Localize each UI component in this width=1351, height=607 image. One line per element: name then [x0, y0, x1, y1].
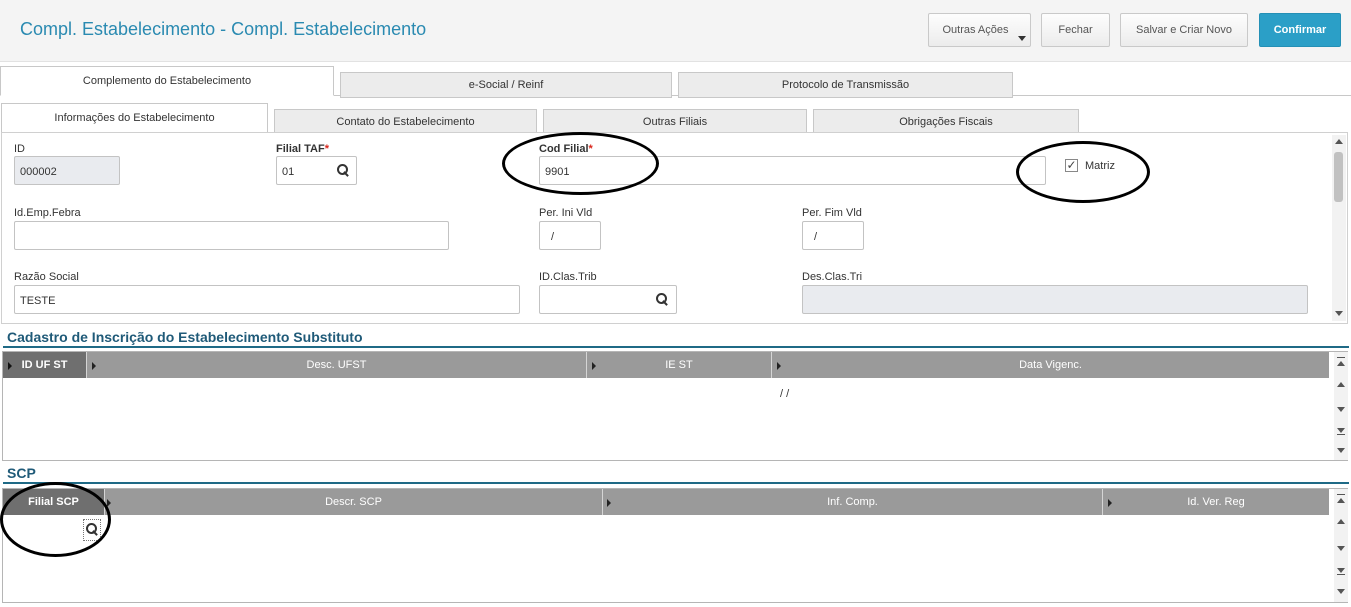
scroll-down-icon[interactable]	[1337, 546, 1345, 551]
salvar-criar-novo-button[interactable]: Salvar e Criar Novo	[1120, 13, 1248, 47]
search-icon[interactable]	[656, 293, 669, 306]
col-header-descr-scp[interactable]: Descr. SCP	[105, 489, 603, 515]
col-header-id-ver-reg[interactable]: Id. Ver. Reg	[1103, 489, 1329, 515]
sort-icon	[777, 362, 781, 370]
sort-icon	[92, 362, 96, 370]
scroll-top-arrow[interactable]	[1337, 498, 1345, 503]
col-header-inf-comp[interactable]: Inf. Comp.	[603, 489, 1103, 515]
grid-scrollbar[interactable]	[1334, 352, 1348, 460]
col-label: ID UF ST	[21, 359, 68, 371]
scroll-down-icon[interactable]	[1335, 311, 1343, 316]
search-icon[interactable]	[337, 164, 350, 177]
per-ini-vld-field[interactable]: /	[539, 221, 601, 250]
col-label: Descr. SCP	[325, 496, 382, 508]
annotation-circle-cod-filial	[502, 132, 659, 195]
id-clas-trib-field[interactable]	[539, 285, 677, 314]
razao-social-label: Razão Social	[14, 271, 79, 283]
grid-header: Filial SCP Descr. SCP Inf. Comp. Id. Ver…	[3, 489, 1329, 515]
outras-acoes-button[interactable]: Outras Ações	[928, 13, 1031, 47]
scroll-bottom-arrow[interactable]	[1337, 428, 1345, 433]
scroll-bottom-icon[interactable]	[1337, 574, 1345, 575]
filial-taf-label-text: Filial TAF	[276, 143, 325, 155]
scroll-down-icon[interactable]	[1337, 407, 1345, 412]
section-title-scp: SCP	[7, 465, 36, 481]
col-header-data-vigenc[interactable]: Data Vigenc.	[772, 352, 1329, 378]
data-vigenc-cell[interactable]: / /	[780, 388, 789, 400]
outras-acoes-label: Outras Ações	[942, 24, 1009, 36]
scroll-up-icon[interactable]	[1337, 382, 1345, 387]
scroll-bottom-icon[interactable]	[1337, 434, 1345, 435]
id-field[interactable]: 000002	[14, 156, 120, 185]
grid-header: ID UF ST Desc. UFST IE ST Data Vigenc.	[3, 352, 1329, 378]
scroll-last-icon[interactable]	[1337, 448, 1345, 453]
sort-icon	[592, 362, 596, 370]
substituto-grid: ID UF ST Desc. UFST IE ST Data Vigenc. /…	[2, 351, 1348, 461]
sort-icon	[607, 499, 611, 507]
scroll-bottom-arrow[interactable]	[1337, 568, 1345, 573]
grid-scrollbar[interactable]	[1334, 489, 1348, 602]
id-label: ID	[14, 143, 25, 155]
des-clas-tri-field	[802, 285, 1308, 314]
col-label: Data Vigenc.	[1019, 359, 1082, 371]
tab-informacoes-estabelecimento[interactable]: Informações do Estabelecimento	[1, 103, 268, 133]
form-scrollbar[interactable]	[1332, 135, 1346, 321]
id-emp-febra-field[interactable]	[14, 221, 449, 250]
filial-taf-field[interactable]: 01	[276, 156, 357, 185]
scroll-top-icon[interactable]	[1337, 357, 1345, 358]
des-clas-tri-label: Des.Clas.Tri	[802, 271, 863, 283]
col-label: IE ST	[665, 359, 693, 371]
section-rule	[3, 346, 1349, 348]
scroll-last-icon[interactable]	[1337, 589, 1345, 594]
section-title-substituto: Cadastro de Inscrição do Estabelecimento…	[7, 329, 363, 345]
tab-esocial-reinf[interactable]: e-Social / Reinf	[340, 72, 672, 98]
scroll-top-icon[interactable]	[1337, 494, 1345, 495]
page-title: Compl. Estabelecimento - Compl. Estabele…	[20, 19, 427, 39]
section-rule	[3, 482, 1349, 484]
per-fim-vld-field[interactable]: /	[802, 221, 864, 250]
id-emp-febra-label: Id.Emp.Febra	[14, 207, 81, 219]
col-header-ie-st[interactable]: IE ST	[587, 352, 772, 378]
filial-taf-value: 01	[282, 166, 295, 178]
header: Compl. Estabelecimento - Compl. Estabele…	[0, 0, 1351, 62]
filial-taf-label: Filial TAF*	[276, 143, 329, 155]
scroll-up-icon[interactable]	[1335, 139, 1343, 144]
scp-grid: Filial SCP Descr. SCP Inf. Comp. Id. Ver…	[2, 488, 1348, 603]
chevron-down-icon	[1018, 36, 1026, 41]
col-header-desc-ufst[interactable]: Desc. UFST	[87, 352, 587, 378]
id-clas-trib-label: ID.Clas.Trib	[539, 271, 597, 283]
razao-social-field[interactable]: TESTE	[14, 285, 520, 314]
required-marker: *	[324, 143, 329, 155]
fechar-button[interactable]: Fechar	[1041, 13, 1110, 47]
annotation-circle-filial-scp	[0, 482, 111, 557]
col-label: Inf. Comp.	[827, 496, 878, 508]
sort-icon	[1108, 499, 1112, 507]
scroll-top-arrow[interactable]	[1337, 361, 1345, 366]
tab-complemento-estabelecimento[interactable]: Complemento do Estabelecimento	[0, 66, 334, 96]
col-label: Id. Ver. Reg	[1187, 496, 1245, 508]
per-fim-vld-label: Per. Fim Vld	[802, 207, 862, 219]
col-label: Desc. UFST	[306, 359, 367, 371]
tab-protocolo-transmissao[interactable]: Protocolo de Transmissão	[678, 72, 1013, 98]
scroll-thumb[interactable]	[1334, 152, 1343, 202]
confirmar-button[interactable]: Confirmar	[1259, 13, 1341, 47]
col-header-id-uf-st[interactable]: ID UF ST	[3, 352, 87, 378]
per-ini-vld-label: Per. Ini Vld	[539, 207, 593, 219]
annotation-circle-matriz	[1016, 141, 1150, 203]
sort-icon	[8, 362, 12, 370]
scroll-up-icon[interactable]	[1337, 519, 1345, 524]
